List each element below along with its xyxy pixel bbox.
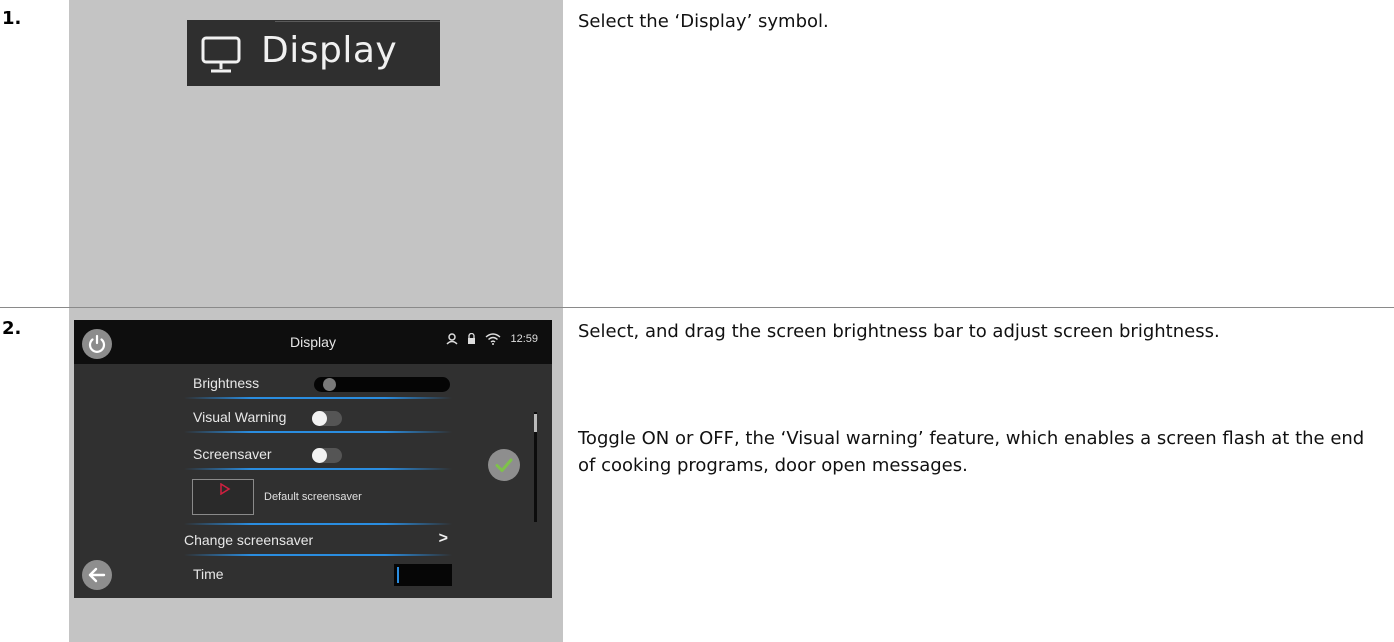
brightness-slider[interactable] [314,377,450,392]
display-button-label: Display [261,30,398,71]
row-underline [184,431,452,433]
screensaver-thumbnail [192,479,254,515]
scrollbar[interactable] [534,412,537,522]
clock-time: 12:59 [510,333,538,345]
row-underline [184,523,452,525]
step-2-number: 2. [2,318,22,339]
brightness-row: Brightness [184,369,452,399]
chevron-right-icon: > [438,530,448,547]
brightness-slider-knob[interactable] [323,378,336,391]
screensaver-toggle[interactable] [312,448,342,463]
display-settings-screen: Display 12:59 Brightness Visual Warning … [74,320,552,598]
toggle-knob [312,411,327,426]
confirm-button[interactable] [488,449,520,481]
screen-top-bar: Display 12:59 [74,320,552,364]
row-underline [184,468,452,470]
visual-warning-toggle[interactable] [312,411,342,426]
check-icon [495,458,513,472]
display-button[interactable]: Display [187,20,440,86]
step-2-description-2: Toggle ON or OFF, the ‘Visual warning’ f… [578,428,1365,476]
screensaver-label: Screensaver [193,446,272,462]
time-label: Time [193,566,224,582]
visual-warning-row: Visual Warning [184,403,452,433]
toggle-knob [312,448,327,463]
monitor-icon [201,36,241,73]
arrow-left-icon [88,567,106,583]
default-screensaver-label: Default screensaver [264,491,362,503]
step-1-description: Select the ‘Display’ symbol. [578,11,829,32]
visual-warning-label: Visual Warning [193,409,287,425]
step-2-description-1: Select, and drag the screen brightness b… [578,321,1220,342]
default-screensaver-row[interactable]: Default screensaver [184,475,452,525]
time-row: Time [184,560,452,590]
play-icon [220,483,231,495]
person-icon [446,333,458,345]
row-underline [184,397,452,399]
text-cursor [397,567,399,583]
row-underline [184,554,452,556]
screensaver-row: Screensaver [184,440,452,470]
back-button[interactable] [82,560,112,590]
wifi-icon [486,333,501,345]
lock-icon [468,333,476,344]
button-top-line [275,21,440,22]
change-screensaver-label: Change screensaver [184,532,314,548]
step-1-number: 1. [2,8,22,29]
scrollbar-thumb[interactable] [534,414,537,432]
time-input[interactable] [394,564,452,586]
change-screensaver-row[interactable]: Change screensaver > [184,526,452,556]
brightness-label: Brightness [193,375,260,391]
status-bar: 12:59 [446,333,538,345]
